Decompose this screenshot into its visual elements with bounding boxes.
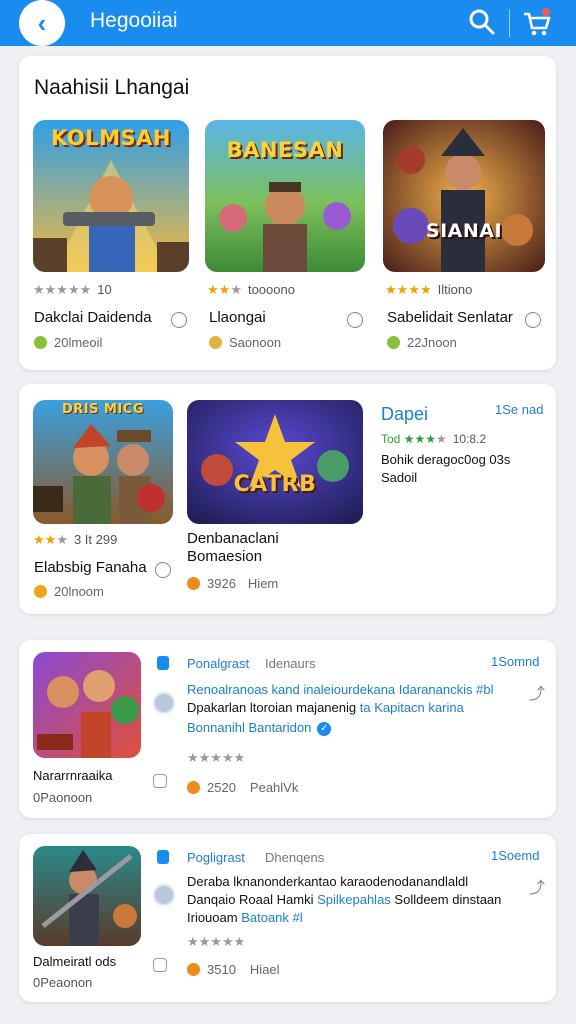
detail-description-line2: Sadoil xyxy=(381,470,418,485)
game-thumbnail[interactable]: CATRB xyxy=(187,400,363,524)
post-subtitle: Dhenqens xyxy=(265,850,325,865)
post-author[interactable]: Ponalgrast xyxy=(187,656,249,671)
star-rating: ★★★ toooono xyxy=(207,282,295,297)
back-button[interactable]: ‹ xyxy=(19,0,65,46)
game-thumbnail[interactable]: SIANAI xyxy=(383,120,545,272)
post-rating: ★★★★★ xyxy=(187,750,246,765)
post-likes: 2520 PeahlVk xyxy=(187,780,298,795)
game-name: Denbanaclani xyxy=(187,530,279,547)
game-thumbnail[interactable]: DRIS MICG xyxy=(33,400,173,524)
game-name: Sabelidait Senlatar xyxy=(387,309,513,326)
favorite-icon[interactable] xyxy=(171,312,187,328)
verified-check-icon: ✓ xyxy=(317,721,332,736)
game-meta: 22Jnoon xyxy=(387,335,457,350)
game-name: Elabsbig Fanaha xyxy=(34,559,147,576)
post-rating: ★★★★★ xyxy=(187,934,246,949)
post-text-line3: Iriouoam Batoank #l xyxy=(187,910,303,925)
detail-rating: Tod ★★★★ 10:8.2 xyxy=(381,432,487,446)
section-title: Naahisii Lhangai xyxy=(34,76,190,99)
avatar[interactable] xyxy=(153,692,175,714)
game-meta: 20lmeoil xyxy=(34,335,102,350)
verified-badge-icon xyxy=(157,850,169,864)
post-text-line2: Danqaio Roaal Hamki Spilkepahlas Solldee… xyxy=(187,892,502,907)
game-thumbnail[interactable]: BANESAN xyxy=(205,120,365,272)
game-name-subtitle: Bomaesion xyxy=(187,548,263,565)
post-time: 1Somnd xyxy=(491,654,540,669)
favorite-icon[interactable] xyxy=(155,562,171,578)
arrow-left-icon: ‹ xyxy=(37,7,47,38)
comment-icon[interactable] xyxy=(153,958,167,972)
search-button[interactable] xyxy=(466,6,498,38)
detail-title[interactable]: Dapei xyxy=(381,404,428,425)
post-text-line3: Bonnanihl Bantaridon ✓ xyxy=(187,720,332,736)
post-thumbnail[interactable] xyxy=(33,652,141,758)
detail-tag: 1Se nad xyxy=(495,402,544,417)
search-icon xyxy=(469,9,495,35)
feed-post-card: Dalmeiratl ods 0Peaonon Pogligrast Dhenq… xyxy=(19,834,556,1002)
game-meta: 3926 Hiem xyxy=(187,576,278,591)
header-divider xyxy=(509,9,510,37)
game-detail-card: DRIS MICG ★★★ 3 It 299 Elabsbig Fanaha 20… xyxy=(19,384,556,614)
post-thumb-meta: 0Peaonon xyxy=(33,975,93,990)
cart-button[interactable] xyxy=(520,6,554,38)
comment-icon[interactable] xyxy=(153,774,167,788)
game-meta: Saonoon xyxy=(209,335,281,350)
top-app-bar: ‹ Hegooiiai xyxy=(0,0,576,46)
post-thumbnail[interactable] xyxy=(33,846,141,946)
detail-description: Bohik deragoc0og 03s xyxy=(381,452,511,467)
favorite-icon[interactable] xyxy=(347,312,363,328)
star-rating: ★★★★★ 10 xyxy=(33,282,112,297)
game-name: Llaongai xyxy=(209,309,266,326)
game-name: Dakclai Daidenda xyxy=(34,309,152,326)
post-author[interactable]: Pogligrast xyxy=(187,850,245,865)
post-text-line1: Deraba lknanonderkantao karaodenodanandl… xyxy=(187,874,469,889)
post-text-line1: Renoalranoas kand inaleiourdekana Idaran… xyxy=(187,682,494,697)
post-thumb-meta: 0Paonoon xyxy=(33,790,93,805)
post-time: 1Soemd xyxy=(491,848,540,863)
verified-badge-icon xyxy=(157,656,169,670)
game-meta: 20lnoom xyxy=(34,584,104,599)
avatar[interactable] xyxy=(153,884,175,906)
post-thumb-name: Dalmeiratl ods xyxy=(33,954,117,969)
share-icon[interactable]: ⤴ xyxy=(529,874,545,898)
feed-post-card: Nararrnraaika 0Paonoon Ponalgrast Idenau… xyxy=(19,640,556,818)
post-subtitle: Idenaurs xyxy=(265,656,316,671)
post-thumb-name: Nararrnraaika xyxy=(33,768,113,783)
star-rating: ★★★★ Iltiono xyxy=(385,282,473,297)
post-text-line2: Dpakarlan ltoroian majanenig ta Kapitacn… xyxy=(187,700,464,715)
favorite-icon[interactable] xyxy=(525,312,541,328)
share-icon[interactable]: ⤴ xyxy=(529,680,545,704)
game-thumbnail[interactable]: KOLMSAH xyxy=(33,120,189,272)
app-title: Hegooiiai xyxy=(90,9,178,32)
post-likes: 3510 Hiael xyxy=(187,962,280,977)
featured-section-card: Naahisii Lhangai KOLMSAH ★★★★★ 10 Dakclai… xyxy=(19,56,556,370)
star-rating: ★★★ 3 It 299 xyxy=(33,532,118,547)
cart-icon xyxy=(524,8,551,36)
